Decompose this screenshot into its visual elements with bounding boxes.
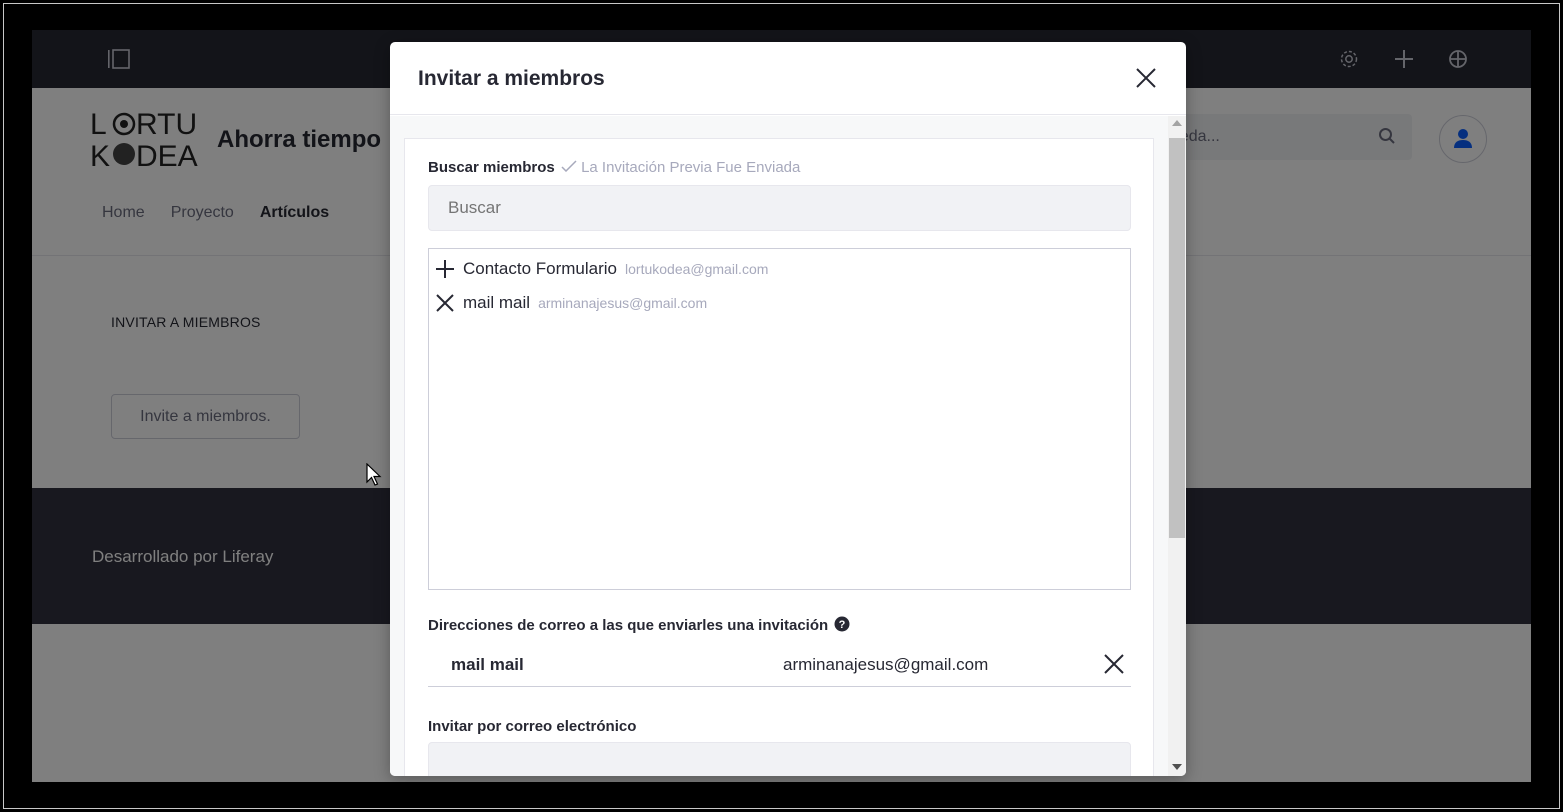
close-icon[interactable] bbox=[1134, 66, 1158, 90]
svg-text:?: ? bbox=[839, 619, 846, 631]
address-name: mail mail bbox=[451, 655, 524, 674]
scroll-thumb[interactable] bbox=[1169, 138, 1185, 538]
scroll-up-arrow-icon[interactable] bbox=[1172, 120, 1182, 126]
address-row: mail mail arminanajesus@gmail.com bbox=[428, 641, 1131, 687]
mouse-cursor-icon bbox=[366, 462, 382, 492]
result-email: lortukodea@gmail.com bbox=[625, 261, 769, 277]
member-search-input[interactable] bbox=[428, 185, 1131, 231]
result-name: Contacto Formulario bbox=[463, 259, 618, 278]
previous-invitation-hint: La Invitación Previa Fue Enviada bbox=[581, 159, 801, 176]
search-members-label: Buscar miembros La Invitación Previa Fue… bbox=[428, 159, 801, 176]
member-results-list: Contacto Formulario lortukodea@gmail.com… bbox=[428, 248, 1131, 590]
result-row[interactable]: Contacto Formulario lortukodea@gmail.com bbox=[435, 255, 768, 283]
modal-title: Invitar a miembros bbox=[418, 67, 605, 90]
email-addresses-label: Direcciones de correo a las que enviarle… bbox=[428, 616, 850, 634]
modal-scrollbar[interactable] bbox=[1168, 116, 1186, 776]
modal-header: Invitar a miembros bbox=[390, 42, 1186, 115]
address-email: arminanajesus@gmail.com bbox=[783, 655, 989, 674]
result-name: mail mail bbox=[463, 293, 531, 312]
add-member-icon[interactable] bbox=[435, 259, 455, 279]
remove-address-icon[interactable] bbox=[1103, 653, 1125, 675]
help-icon[interactable]: ? bbox=[834, 616, 850, 632]
browser-viewport: L RTU K DEA Ahorra tiempo Home Proyecto … bbox=[32, 30, 1531, 782]
check-icon bbox=[561, 160, 577, 173]
invite-email-input[interactable] bbox=[428, 742, 1131, 776]
invite-by-email-label: Invitar por correo electrónico bbox=[428, 718, 637, 735]
invite-members-modal: Invitar a miembros Buscar miembros La In… bbox=[390, 42, 1186, 776]
modal-body: Buscar miembros La Invitación Previa Fue… bbox=[390, 116, 1168, 776]
remove-member-icon[interactable] bbox=[435, 293, 455, 313]
scroll-down-arrow-icon[interactable] bbox=[1172, 764, 1182, 770]
result-email: arminanajesus@gmail.com bbox=[538, 295, 708, 311]
result-row[interactable]: mail mail arminanajesus@gmail.com bbox=[435, 289, 707, 317]
invite-form: Buscar miembros La Invitación Previa Fue… bbox=[404, 138, 1154, 776]
